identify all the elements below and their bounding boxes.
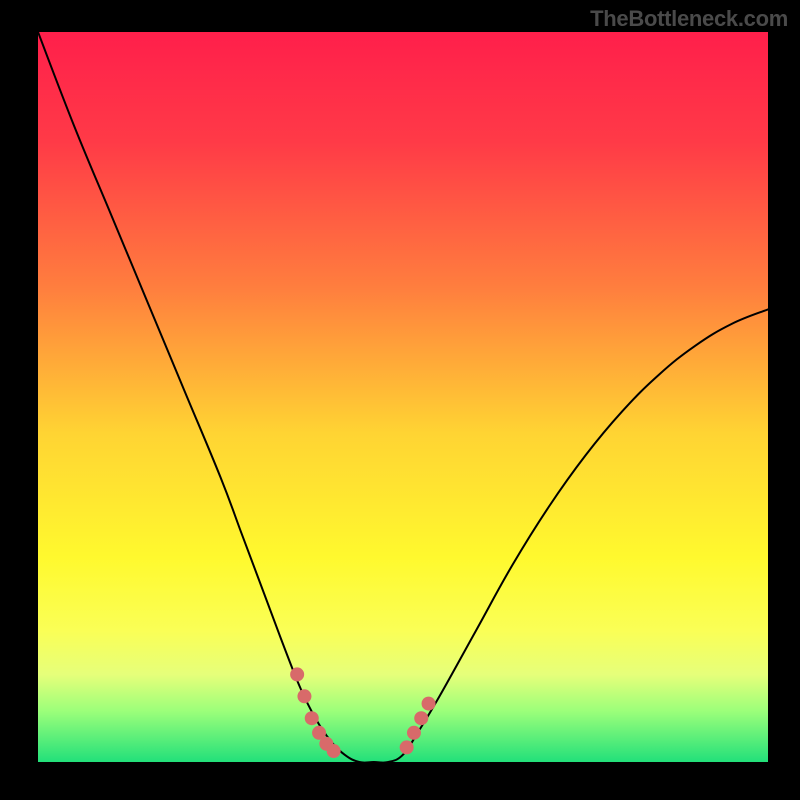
plot-area bbox=[38, 32, 768, 762]
plot-svg bbox=[38, 32, 768, 762]
marker-cluster-right bbox=[414, 711, 428, 725]
marker-cluster-left bbox=[297, 689, 311, 703]
marker-cluster-left bbox=[305, 711, 319, 725]
marker-cluster-left bbox=[290, 667, 304, 681]
marker-cluster-right bbox=[407, 726, 421, 740]
chart-container: TheBottleneck.com bbox=[0, 0, 800, 800]
plot-background bbox=[38, 32, 768, 762]
marker-cluster-right bbox=[422, 697, 436, 711]
watermark-text: TheBottleneck.com bbox=[590, 6, 788, 32]
marker-cluster-right bbox=[400, 740, 414, 754]
marker-cluster-left bbox=[327, 744, 341, 758]
